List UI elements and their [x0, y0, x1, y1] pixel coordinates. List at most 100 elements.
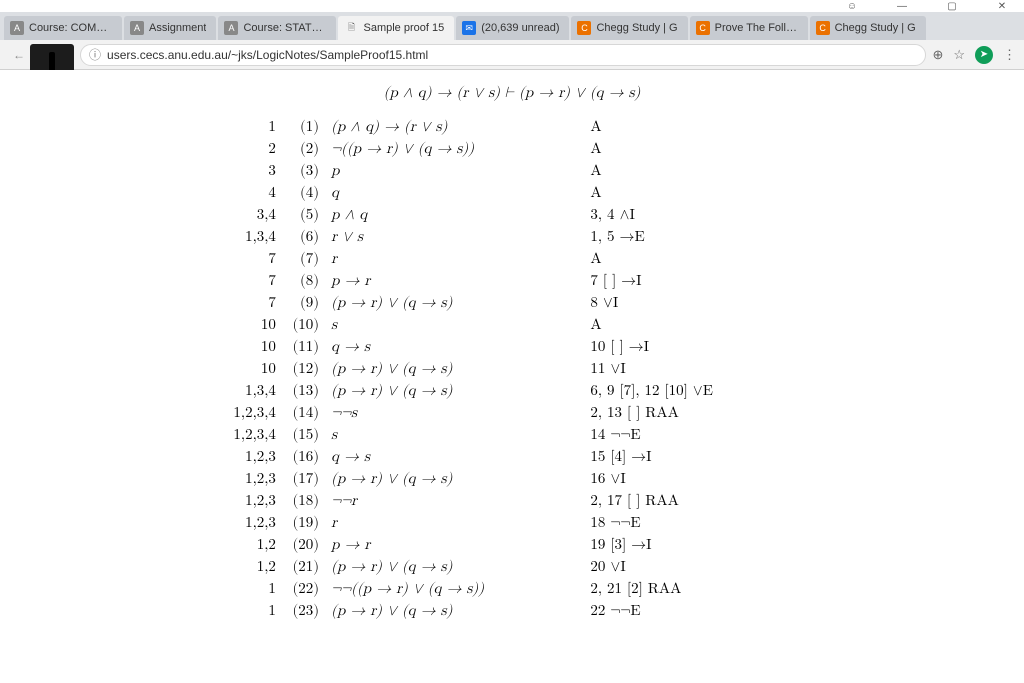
dependencies-cell: 1 [202, 578, 282, 600]
browser-tab[interactable]: C Prove The Follo… [690, 16, 808, 40]
formula-cell: s [325, 314, 584, 336]
browser-tab[interactable]: ACourse: STAT70… [218, 16, 336, 40]
dependencies-cell: 1 [202, 116, 282, 138]
line-number-cell: (17) [282, 468, 325, 490]
tab-label: Course: STAT70… [243, 22, 326, 34]
formula-cell: q → s [325, 336, 584, 358]
line-number-cell: (1) [282, 116, 325, 138]
bookmark-star-icon[interactable]: ☆ [953, 47, 965, 63]
dependencies-cell: 7 [202, 248, 282, 270]
justification-cell: 20 ∨I [584, 556, 822, 578]
formula-cell: p ∧ q [325, 204, 584, 226]
justification-cell: 2, 17 [ ] RAA [584, 490, 822, 512]
tab-label: Course: COMP2… [29, 22, 112, 34]
browser-tab[interactable]: CChegg Study | G [810, 16, 926, 40]
proof-row: 1,3,4(13)(p → r) ∨ (q → s)6, 9 [7], 12 [… [202, 380, 822, 402]
formula-cell: p → r [325, 270, 584, 292]
line-number-cell: (4) [282, 182, 325, 204]
formula-cell: p [325, 160, 584, 182]
justification-cell: 16 ∨I [584, 468, 822, 490]
proof-row: 1,2,3,4(15)s14 ¬¬E [202, 424, 822, 446]
justification-cell: 14 ¬¬E [584, 424, 822, 446]
proof-row: 1,2,3(18)¬¬r2, 17 [ ] RAA [202, 490, 822, 512]
favicon-icon: C [696, 21, 710, 35]
line-number-cell: (9) [282, 292, 325, 314]
justification-cell: 15 [4] →I [584, 446, 822, 468]
proof-row: 1,2(21)(p → r) ∨ (q → s)20 ∨I [202, 556, 822, 578]
formula-cell: (p → r) ∨ (q → s) [325, 556, 584, 578]
favicon-icon: C [577, 21, 591, 35]
browser-tab[interactable]: CChegg Study | G [571, 16, 687, 40]
proof-row: 10(12)(p → r) ∨ (q → s)11 ∨I [202, 358, 822, 380]
line-number-cell: (14) [282, 402, 325, 424]
justification-cell: 8 ∨I [584, 292, 822, 314]
omnibar-icons: ⊕ ☆ ➤ ⋮ [932, 46, 1016, 64]
window-titlebar: ☺ — ▢ ✕ [0, 0, 1024, 12]
dependencies-cell: 1 [202, 600, 282, 622]
line-number-cell: (15) [282, 424, 325, 446]
justification-cell: A [584, 314, 822, 336]
line-number-cell: (22) [282, 578, 325, 600]
line-number-cell: (19) [282, 512, 325, 534]
dependencies-cell: 1,2,3 [202, 468, 282, 490]
browser-tab[interactable]: 🗎Sample proof 15 [338, 16, 454, 40]
formula-cell: ¬¬((p → r) ∨ (q → s)) [325, 578, 584, 600]
close-window-button[interactable]: ✕ [986, 1, 1018, 12]
dependencies-cell: 1,2,3 [202, 446, 282, 468]
proof-row: 1,2(20)p → r19 [3] →I [202, 534, 822, 556]
line-number-cell: (18) [282, 490, 325, 512]
browser-tab[interactable]: ✉(20,639 unread) [456, 16, 569, 40]
proof-row: 10(11)q → s10 [ ] →I [202, 336, 822, 358]
line-number-cell: (16) [282, 446, 325, 468]
browser-tab[interactable]: A Course: COMP2… [4, 16, 122, 40]
formula-cell: ¬¬r [325, 490, 584, 512]
menu-icon[interactable]: ⋮ [1003, 47, 1016, 63]
proof-row: 2(2)¬((p → r) ∨ (q → s))A [202, 138, 822, 160]
zoom-icon[interactable]: ⊕ [932, 47, 943, 63]
formula-cell: p → r [325, 534, 584, 556]
justification-cell: 6, 9 [7], 12 [10] ∨E [584, 380, 822, 402]
formula-cell: r [325, 248, 584, 270]
omnibar: ← → ⟳ ⓘ users.cecs.anu.edu.au/~jks/Logic… [0, 40, 1024, 70]
justification-cell: A [584, 160, 822, 182]
dependencies-cell: 1,2,3 [202, 512, 282, 534]
proof-table: 1(1)(p ∧ q) → (r ∨ s)A2(2)¬((p → r) ∨ (q… [202, 116, 822, 622]
url-field[interactable]: ⓘ users.cecs.anu.edu.au/~jks/LogicNotes/… [80, 44, 926, 66]
dependencies-cell: 10 [202, 336, 282, 358]
browser-tab[interactable]: AAssignment [124, 16, 216, 40]
proof-row: 4(4)qA [202, 182, 822, 204]
favicon-icon: ✉ [462, 21, 476, 35]
account-icon[interactable]: ☺ [836, 1, 868, 12]
proof-row: 1,2,3(16)q → s15 [4] →I [202, 446, 822, 468]
proof-row: 7(9)(p → r) ∨ (q → s)8 ∨I [202, 292, 822, 314]
line-number-cell: (7) [282, 248, 325, 270]
dependencies-cell: 1,3,4 [202, 380, 282, 402]
back-button[interactable]: ← [8, 48, 30, 62]
formula-cell: (p → r) ∨ (q → s) [325, 292, 584, 314]
justification-cell: A [584, 248, 822, 270]
justification-cell: A [584, 138, 822, 160]
line-number-cell: (5) [282, 204, 325, 226]
proof-row: 7(8)p → r7 [ ] →I [202, 270, 822, 292]
line-number-cell: (21) [282, 556, 325, 578]
favicon-icon: A [10, 21, 24, 35]
favicon-icon: 🗎 [344, 21, 358, 35]
proof-row: 1(1)(p ∧ q) → (r ∨ s)A [202, 116, 822, 138]
formula-cell: (p → r) ∨ (q → s) [325, 380, 584, 402]
extension-icon[interactable]: ➤ [975, 46, 993, 64]
sequent-line: (p ∧ q) → (r ∨ s) ⊢ (p → r) ∨ (q → s) [202, 84, 822, 102]
justification-cell: 22 ¬¬E [584, 600, 822, 622]
formula-cell: (p → r) ∨ (q → s) [325, 358, 584, 380]
maximize-button[interactable]: ▢ [936, 1, 968, 12]
formula-cell: r ∨ s [325, 226, 584, 248]
line-number-cell: (2) [282, 138, 325, 160]
proof-row: 1,2,3,4(14)¬¬s2, 13 [ ] RAA [202, 402, 822, 424]
tab-label: Prove The Follo… [715, 22, 798, 34]
line-number-cell: (8) [282, 270, 325, 292]
proof-row: 7(7)rA [202, 248, 822, 270]
tab-label: Assignment [149, 22, 206, 34]
dependencies-cell: 10 [202, 314, 282, 336]
minimize-button[interactable]: — [886, 1, 918, 12]
justification-cell: 11 ∨I [584, 358, 822, 380]
site-info-icon[interactable]: ⓘ [89, 46, 101, 63]
